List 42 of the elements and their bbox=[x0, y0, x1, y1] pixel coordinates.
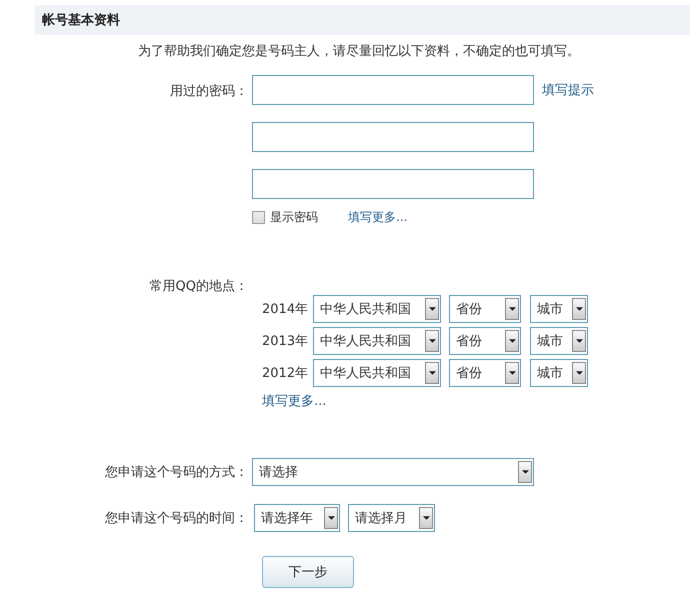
caret-icon bbox=[505, 362, 519, 384]
country-dropdown[interactable]: 中华人民共和国 bbox=[313, 359, 441, 387]
caret-icon bbox=[425, 298, 439, 320]
year-label: 2012年 bbox=[262, 365, 310, 382]
field-label: 常用QQ的地点： bbox=[150, 278, 248, 295]
country-dropdown[interactable]: 中华人民共和国 bbox=[313, 327, 441, 355]
method-dropdown[interactable]: 请选择 bbox=[252, 458, 534, 486]
next-button[interactable]: 下一步 bbox=[262, 556, 354, 588]
password-field[interactable] bbox=[252, 75, 534, 105]
country-dropdown[interactable]: 中华人民共和国 bbox=[313, 295, 441, 323]
hint-link[interactable]: 填写提示 bbox=[542, 81, 594, 99]
year-label: 2013年 bbox=[262, 333, 310, 350]
caret-icon bbox=[425, 362, 439, 384]
caret-icon bbox=[572, 298, 586, 320]
city-dropdown[interactable]: 城市 bbox=[530, 295, 588, 323]
year-label: 2014年 bbox=[262, 301, 310, 318]
caret-icon bbox=[572, 362, 586, 384]
intro-text: 为了帮助我们确定您是号码主人，请尽量回忆以下资料，不确定的也可填写。 bbox=[138, 43, 581, 61]
caret-icon bbox=[425, 330, 439, 352]
caret-icon bbox=[572, 330, 586, 352]
password-field[interactable] bbox=[252, 169, 534, 199]
province-dropdown[interactable]: 省份 bbox=[449, 295, 521, 323]
checkbox-label: 显示密码 bbox=[270, 208, 318, 226]
field-label: 您申请这个号码的方式： bbox=[105, 464, 248, 481]
checkbox[interactable] bbox=[252, 210, 265, 224]
year-dropdown[interactable]: 请选择年 bbox=[254, 504, 340, 532]
field-label: 用过的密码： bbox=[170, 83, 248, 100]
field-label: 您申请这个号码的时间： bbox=[105, 510, 248, 527]
more-link[interactable]: 填写更多... bbox=[262, 392, 326, 410]
caret-icon bbox=[324, 507, 338, 529]
province-dropdown[interactable]: 省份 bbox=[449, 327, 521, 355]
section-title: 帐号基本资料 bbox=[42, 12, 120, 29]
caret-icon bbox=[505, 330, 519, 352]
province-dropdown[interactable]: 省份 bbox=[449, 359, 521, 387]
city-dropdown[interactable]: 城市 bbox=[530, 359, 588, 387]
caret-icon bbox=[419, 507, 433, 529]
month-dropdown[interactable]: 请选择月 bbox=[348, 504, 435, 532]
more-link[interactable]: 填写更多... bbox=[348, 208, 408, 226]
password-field[interactable] bbox=[252, 122, 534, 152]
caret-icon bbox=[505, 298, 519, 320]
caret-icon bbox=[518, 461, 532, 483]
city-dropdown[interactable]: 城市 bbox=[530, 327, 588, 355]
